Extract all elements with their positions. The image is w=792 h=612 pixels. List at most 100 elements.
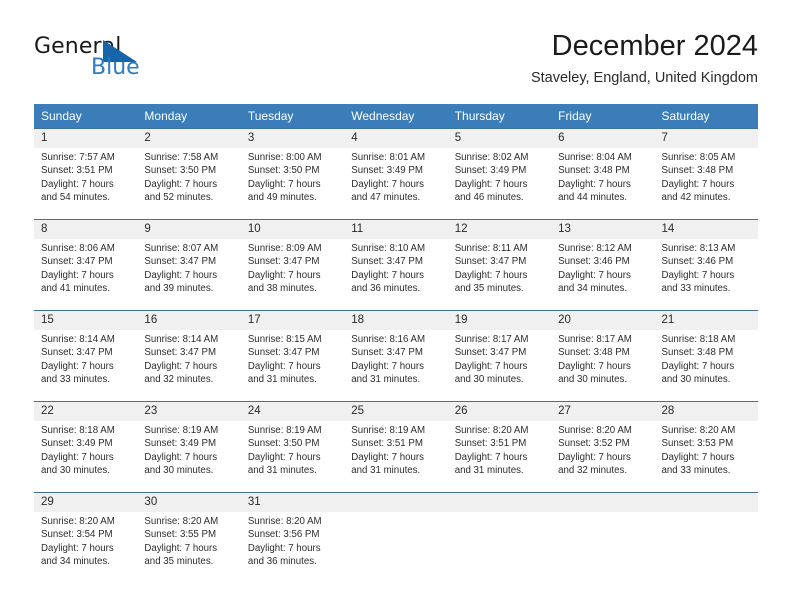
- day-number: 9: [137, 220, 241, 239]
- day-cell-inner: 3 Sunrise: 8:00 AM Sunset: 3:50 PM Daylig…: [240, 129, 345, 219]
- calendar-week-row: 29 Sunrise: 8:20 AM Sunset: 3:54 PM Dayli…: [34, 492, 758, 583]
- sun-info-text: [448, 512, 551, 515]
- calendar-day-cell[interactable]: 31 Sunrise: 8:20 AM Sunset: 3:56 PM Dayli…: [240, 492, 345, 583]
- calendar-body: 1 Sunrise: 7:57 AM Sunset: 3:51 PM Daylig…: [34, 128, 758, 583]
- calendar-day-cell[interactable]: 16 Sunrise: 8:14 AM Sunset: 3:47 PM Dayli…: [137, 310, 241, 402]
- calendar-empty-cell: [447, 492, 552, 583]
- weekday-header-sunday: Sunday: [34, 104, 138, 129]
- day-cell-inner: 14 Sunrise: 8:13 AM Sunset: 3:46 PM Dayli…: [654, 220, 758, 310]
- day-cell-inner: 30 Sunrise: 8:20 AM Sunset: 3:55 PM Dayli…: [137, 493, 241, 583]
- calendar-day-cell[interactable]: 22 Sunrise: 8:18 AM Sunset: 3:49 PM Dayli…: [34, 401, 138, 493]
- day-cell-inner: 4 Sunrise: 8:01 AM Sunset: 3:49 PM Daylig…: [344, 129, 448, 219]
- calendar-day-cell[interactable]: 5 Sunrise: 8:02 AM Sunset: 3:49 PM Daylig…: [447, 128, 552, 220]
- calendar-day-cell[interactable]: 6 Sunrise: 8:04 AM Sunset: 3:48 PM Daylig…: [551, 128, 655, 220]
- day-cell-inner: 12 Sunrise: 8:11 AM Sunset: 3:47 PM Dayli…: [447, 220, 552, 310]
- sun-info-text: Sunrise: 8:19 AM Sunset: 3:49 PM Dayligh…: [144, 425, 219, 477]
- calendar-table: Sunday Monday Tuesday Wednesday Thursday…: [34, 104, 758, 583]
- calendar-day-cell[interactable]: 25 Sunrise: 8:19 AM Sunset: 3:51 PM Dayli…: [344, 401, 448, 493]
- day-cell-inner: [654, 493, 758, 583]
- calendar-day-cell[interactable]: 14 Sunrise: 8:13 AM Sunset: 3:46 PM Dayli…: [654, 219, 758, 311]
- weekday-header-wednesday: Wednesday: [344, 104, 448, 129]
- day-number: 21: [654, 311, 758, 330]
- day-number: 4: [344, 129, 448, 148]
- calendar-day-cell[interactable]: 21 Sunrise: 8:18 AM Sunset: 3:48 PM Dayli…: [654, 310, 758, 402]
- day-cell-inner: 1 Sunrise: 7:57 AM Sunset: 3:51 PM Daylig…: [34, 129, 138, 219]
- calendar-week-row: 1 Sunrise: 7:57 AM Sunset: 3:51 PM Daylig…: [34, 128, 758, 220]
- calendar-day-cell[interactable]: 20 Sunrise: 8:17 AM Sunset: 3:48 PM Dayli…: [551, 310, 655, 402]
- weekday-header-row: Sunday Monday Tuesday Wednesday Thursday…: [34, 104, 758, 129]
- weekday-header-thursday: Thursday: [447, 104, 552, 129]
- calendar-day-cell[interactable]: 10 Sunrise: 8:09 AM Sunset: 3:47 PM Dayli…: [240, 219, 345, 311]
- calendar-grid: Sunday Monday Tuesday Wednesday Thursday…: [34, 104, 758, 583]
- calendar-day-cell[interactable]: 19 Sunrise: 8:17 AM Sunset: 3:47 PM Dayli…: [447, 310, 552, 402]
- calendar-day-cell[interactable]: 17 Sunrise: 8:15 AM Sunset: 3:47 PM Dayli…: [240, 310, 345, 402]
- sun-info-text: Sunrise: 8:09 AM Sunset: 3:47 PM Dayligh…: [247, 243, 322, 295]
- sun-info-text: Sunrise: 8:18 AM Sunset: 3:49 PM Dayligh…: [41, 425, 115, 477]
- calendar-day-cell[interactable]: 4 Sunrise: 8:01 AM Sunset: 3:49 PM Daylig…: [344, 128, 448, 220]
- calendar-day-cell[interactable]: 3 Sunrise: 8:00 AM Sunset: 3:50 PM Daylig…: [240, 128, 345, 220]
- sun-info-text: Sunrise: 8:20 AM Sunset: 3:55 PM Dayligh…: [144, 516, 219, 568]
- day-number: 11: [344, 220, 448, 239]
- day-number: 8: [34, 220, 138, 239]
- sun-info-text: Sunrise: 8:02 AM Sunset: 3:49 PM Dayligh…: [454, 152, 529, 204]
- calendar-day-cell[interactable]: 23 Sunrise: 8:19 AM Sunset: 3:49 PM Dayli…: [137, 401, 241, 493]
- calendar-day-cell[interactable]: 18 Sunrise: 8:16 AM Sunset: 3:47 PM Dayli…: [344, 310, 448, 402]
- page-title: December 2024: [551, 30, 758, 62]
- calendar-day-cell[interactable]: 30 Sunrise: 8:20 AM Sunset: 3:55 PM Dayli…: [137, 492, 241, 583]
- calendar-empty-cell: [654, 492, 758, 583]
- day-number: [551, 493, 655, 512]
- sun-info-text: Sunrise: 7:58 AM Sunset: 3:50 PM Dayligh…: [144, 152, 219, 204]
- day-cell-inner: 26 Sunrise: 8:20 AM Sunset: 3:51 PM Dayli…: [447, 402, 552, 492]
- day-number: 6: [551, 129, 655, 148]
- day-cell-inner: 17 Sunrise: 8:15 AM Sunset: 3:47 PM Dayli…: [240, 311, 345, 401]
- day-cell-inner: 18 Sunrise: 8:16 AM Sunset: 3:47 PM Dayli…: [344, 311, 448, 401]
- calendar-day-cell[interactable]: 13 Sunrise: 8:12 AM Sunset: 3:46 PM Dayli…: [551, 219, 655, 311]
- calendar-day-cell[interactable]: 27 Sunrise: 8:20 AM Sunset: 3:52 PM Dayli…: [551, 401, 655, 493]
- day-number: 10: [240, 220, 345, 239]
- day-number: 12: [447, 220, 552, 239]
- sun-info-text: Sunrise: 8:06 AM Sunset: 3:47 PM Dayligh…: [41, 243, 115, 295]
- calendar-day-cell[interactable]: 24 Sunrise: 8:19 AM Sunset: 3:50 PM Dayli…: [240, 401, 345, 493]
- sun-info-text: Sunrise: 8:11 AM Sunset: 3:47 PM Dayligh…: [454, 243, 528, 295]
- calendar-day-cell[interactable]: 15 Sunrise: 8:14 AM Sunset: 3:47 PM Dayli…: [34, 310, 138, 402]
- calendar-day-cell[interactable]: 2 Sunrise: 7:58 AM Sunset: 3:50 PM Daylig…: [137, 128, 241, 220]
- sun-info-text: Sunrise: 8:17 AM Sunset: 3:47 PM Dayligh…: [454, 334, 529, 386]
- sun-info-text: Sunrise: 8:15 AM Sunset: 3:47 PM Dayligh…: [247, 334, 322, 386]
- day-number: 20: [551, 311, 655, 330]
- day-cell-inner: [551, 493, 655, 583]
- day-cell-inner: 5 Sunrise: 8:02 AM Sunset: 3:49 PM Daylig…: [447, 129, 552, 219]
- sun-info-text: [655, 512, 758, 515]
- day-cell-inner: 8 Sunrise: 8:06 AM Sunset: 3:47 PM Daylig…: [34, 220, 138, 310]
- title-block: December 2024 Staveley, England, United …: [531, 28, 758, 88]
- calendar-day-cell[interactable]: 28 Sunrise: 8:20 AM Sunset: 3:53 PM Dayli…: [654, 401, 758, 493]
- calendar-day-cell[interactable]: 8 Sunrise: 8:06 AM Sunset: 3:47 PM Daylig…: [34, 219, 138, 311]
- weekday-header-tuesday: Tuesday: [240, 104, 345, 129]
- sun-info-text: Sunrise: 8:16 AM Sunset: 3:47 PM Dayligh…: [351, 334, 426, 386]
- calendar-day-cell[interactable]: 29 Sunrise: 8:20 AM Sunset: 3:54 PM Dayli…: [34, 492, 138, 583]
- location-subtitle: Staveley, England, United Kingdom: [530, 70, 758, 86]
- sun-info-text: [344, 512, 447, 515]
- day-number: 22: [34, 402, 138, 421]
- page-header: General Blue December 2024 Staveley, Eng…: [34, 28, 758, 92]
- calendar-day-cell[interactable]: 7 Sunrise: 8:05 AM Sunset: 3:48 PM Daylig…: [654, 128, 758, 220]
- general-blue-logo[interactable]: General Blue: [34, 34, 264, 92]
- sun-info-text: Sunrise: 8:20 AM Sunset: 3:51 PM Dayligh…: [454, 425, 529, 477]
- weekday-header-friday: Friday: [551, 104, 655, 129]
- day-number: 18: [344, 311, 448, 330]
- sun-info-text: Sunrise: 8:05 AM Sunset: 3:48 PM Dayligh…: [661, 152, 736, 204]
- day-cell-inner: 7 Sunrise: 8:05 AM Sunset: 3:48 PM Daylig…: [654, 129, 758, 219]
- day-number: 13: [551, 220, 655, 239]
- sun-info-text: Sunrise: 8:17 AM Sunset: 3:48 PM Dayligh…: [558, 334, 632, 386]
- calendar-day-cell[interactable]: 26 Sunrise: 8:20 AM Sunset: 3:51 PM Dayli…: [447, 401, 552, 493]
- calendar-day-cell[interactable]: 11 Sunrise: 8:10 AM Sunset: 3:47 PM Dayli…: [344, 219, 448, 311]
- day-number: [654, 493, 758, 512]
- day-number: 14: [654, 220, 758, 239]
- sun-info-text: Sunrise: 7:57 AM Sunset: 3:51 PM Dayligh…: [41, 152, 115, 204]
- calendar-day-cell[interactable]: 1 Sunrise: 7:57 AM Sunset: 3:51 PM Daylig…: [34, 128, 138, 220]
- logo-text-blue: Blue: [91, 55, 140, 80]
- calendar-day-cell[interactable]: 9 Sunrise: 8:07 AM Sunset: 3:47 PM Daylig…: [137, 219, 241, 311]
- day-number: 26: [447, 402, 552, 421]
- day-cell-inner: 6 Sunrise: 8:04 AM Sunset: 3:48 PM Daylig…: [551, 129, 655, 219]
- day-number: 5: [447, 129, 552, 148]
- calendar-day-cell[interactable]: 12 Sunrise: 8:11 AM Sunset: 3:47 PM Dayli…: [447, 219, 552, 311]
